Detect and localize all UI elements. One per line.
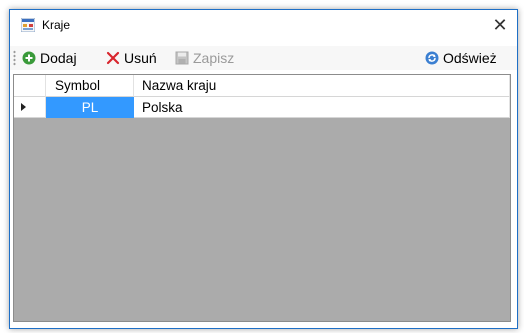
delete-button[interactable]: Usuń — [106, 48, 157, 68]
cell-name[interactable]: Polska — [134, 97, 510, 118]
grid-header: Symbol Nazwa kraju — [14, 75, 510, 97]
column-header-name[interactable]: Nazwa kraju — [134, 75, 510, 97]
save-icon — [175, 51, 189, 65]
toolbar: Dodaj Usuń Zapisz — [10, 46, 517, 70]
countries-grid[interactable]: Symbol Nazwa kraju PL Polska — [13, 74, 511, 322]
title-bar: Kraje ✕ — [10, 10, 517, 40]
row-header-corner[interactable] — [14, 75, 46, 97]
toolbar-grip-icon[interactable] — [13, 50, 16, 66]
add-button-label: Dodaj — [40, 50, 77, 66]
refresh-button[interactable]: Odśwież — [425, 48, 497, 68]
row-header[interactable] — [14, 97, 46, 118]
add-button[interactable]: Dodaj — [22, 48, 77, 68]
current-row-arrow-icon — [21, 103, 26, 111]
save-button-label: Zapisz — [193, 50, 234, 66]
refresh-icon — [425, 51, 439, 65]
kraje-window: Kraje ✕ Dodaj Usuń — [9, 9, 518, 329]
refresh-button-label: Odśwież — [443, 50, 497, 66]
window-title: Kraje — [42, 18, 70, 32]
delete-icon — [106, 51, 120, 65]
delete-button-label: Usuń — [124, 50, 157, 66]
cell-symbol[interactable]: PL — [46, 97, 134, 118]
close-icon: ✕ — [492, 15, 507, 35]
window-icon — [21, 18, 35, 32]
close-button[interactable]: ✕ — [487, 13, 513, 37]
add-icon — [22, 51, 36, 65]
table-row[interactable]: PL Polska — [14, 97, 510, 118]
column-header-symbol[interactable]: Symbol — [46, 75, 134, 97]
save-button[interactable]: Zapisz — [175, 48, 234, 68]
